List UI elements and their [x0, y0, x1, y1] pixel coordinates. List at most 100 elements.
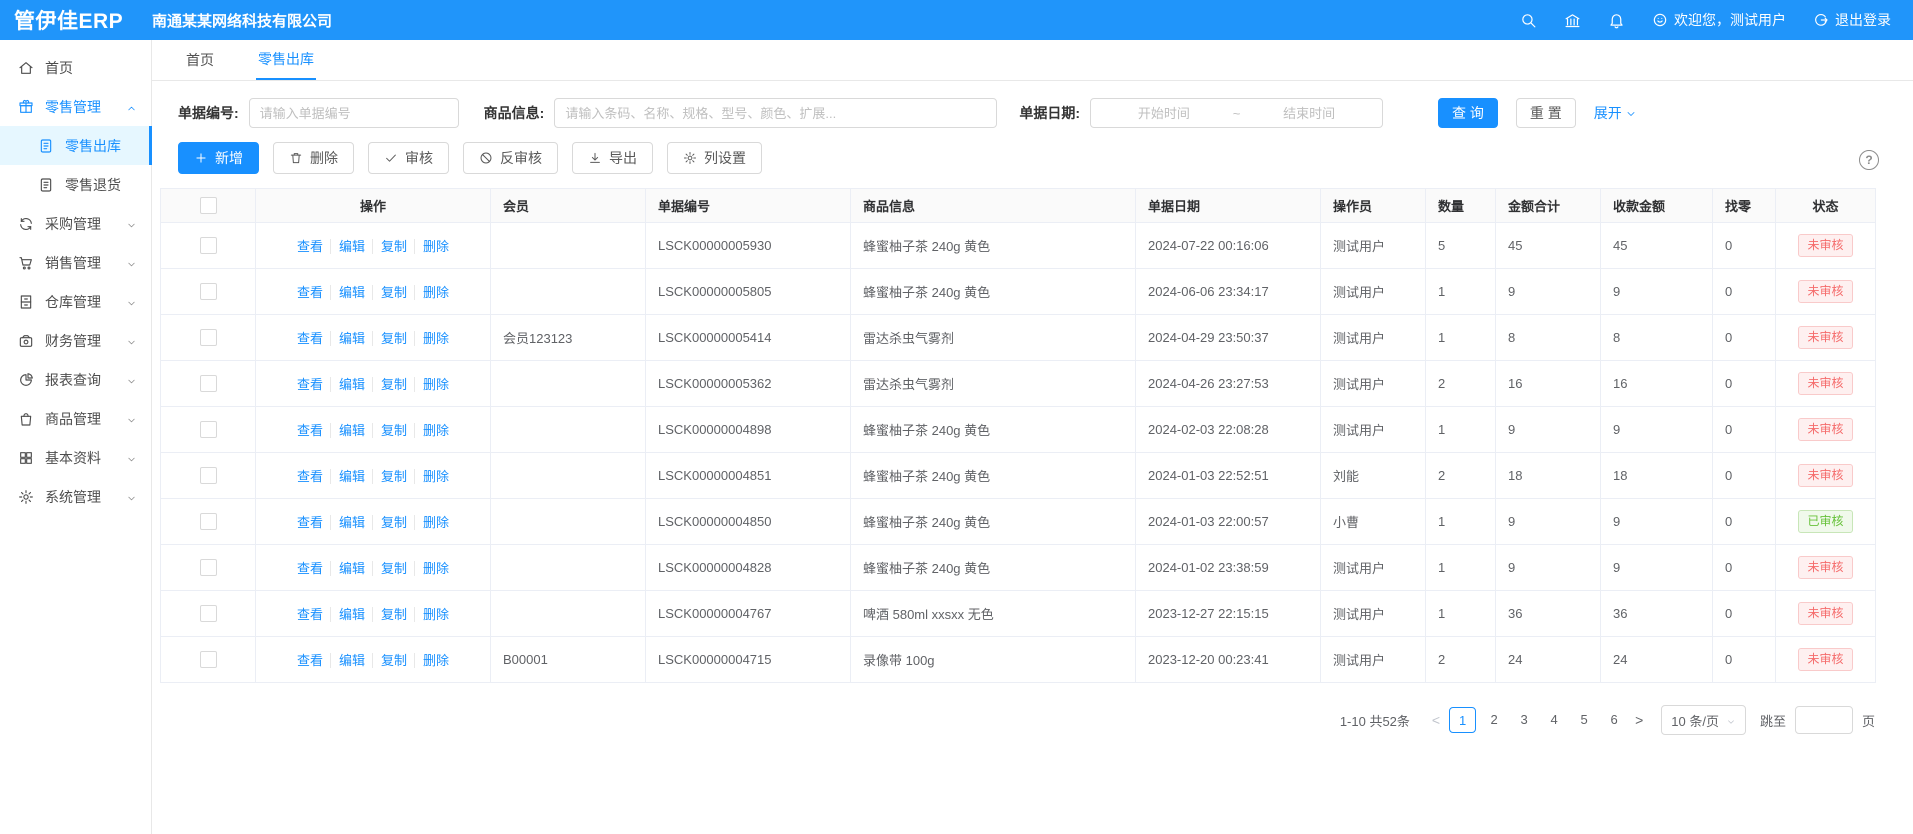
page-number-3[interactable]: 3 — [1512, 707, 1536, 733]
view-link[interactable]: 查看 — [297, 239, 323, 254]
select-all-checkbox[interactable] — [200, 197, 217, 214]
row-checkbox[interactable] — [200, 375, 217, 392]
logout-button[interactable]: 退出登录 — [1813, 10, 1891, 30]
edit-link[interactable]: 编辑 — [330, 469, 365, 484]
copy-link[interactable]: 复制 — [372, 653, 407, 668]
sidebar-item-finance-management[interactable]: 财务管理 — [0, 321, 151, 360]
copy-link[interactable]: 复制 — [372, 331, 407, 346]
sidebar-item-warehouse-management[interactable]: 仓库管理 — [0, 282, 151, 321]
delete-button[interactable]: 删除 — [273, 142, 354, 174]
row-checkbox[interactable] — [200, 421, 217, 438]
edit-link[interactable]: 编辑 — [330, 561, 365, 576]
edit-link[interactable]: 编辑 — [330, 285, 365, 300]
copy-link[interactable]: 复制 — [372, 423, 407, 438]
row-checkbox[interactable] — [200, 283, 217, 300]
edit-link[interactable]: 编辑 — [330, 331, 365, 346]
delete-link[interactable]: 删除 — [414, 331, 449, 346]
copy-link[interactable]: 复制 — [372, 239, 407, 254]
page-size-select[interactable]: 10 条/页 — [1661, 705, 1746, 735]
column-settings-label: 列设置 — [704, 148, 746, 168]
edit-link[interactable]: 编辑 — [330, 653, 365, 668]
view-link[interactable]: 查看 — [297, 285, 323, 300]
sidebar-item-purchase-management[interactable]: 采购管理 — [0, 204, 151, 243]
page-number-4[interactable]: 4 — [1542, 707, 1566, 733]
copy-link[interactable]: 复制 — [372, 469, 407, 484]
view-link[interactable]: 查看 — [297, 423, 323, 438]
sidebar-item-retail-return[interactable]: 零售退货 — [0, 165, 151, 204]
page-number-2[interactable]: 2 — [1482, 707, 1506, 733]
copy-link[interactable]: 复制 — [372, 377, 407, 392]
sidebar-item-basic-data[interactable]: 基本资料 — [0, 438, 151, 477]
jump-input[interactable] — [1795, 706, 1853, 734]
edit-link[interactable]: 编辑 — [330, 515, 365, 530]
view-link[interactable]: 查看 — [297, 561, 323, 576]
delete-link[interactable]: 删除 — [414, 653, 449, 668]
unaudit-button[interactable]: 反审核 — [463, 142, 558, 174]
edit-link[interactable]: 编辑 — [330, 423, 365, 438]
page-number-5[interactable]: 5 — [1572, 707, 1596, 733]
doc-no-input[interactable] — [249, 98, 459, 128]
sidebar-item-home[interactable]: 首页 — [0, 48, 151, 87]
product-info-input[interactable] — [554, 98, 997, 128]
row-checkbox[interactable] — [200, 605, 217, 622]
view-link[interactable]: 查看 — [297, 607, 323, 622]
view-link[interactable]: 查看 — [297, 653, 323, 668]
cell-operator: 测试用户 — [1321, 315, 1426, 361]
copy-link[interactable]: 复制 — [372, 285, 407, 300]
column-settings-button[interactable]: 列设置 — [667, 142, 762, 174]
delete-link[interactable]: 删除 — [414, 377, 449, 392]
next-page-icon[interactable]: > — [1629, 712, 1649, 728]
date-range-picker[interactable]: ~ — [1090, 98, 1383, 128]
copy-link[interactable]: 复制 — [372, 607, 407, 622]
delete-link[interactable]: 删除 — [414, 515, 449, 530]
row-checkbox[interactable] — [200, 329, 217, 346]
sidebar-item-report-query[interactable]: 报表查询 — [0, 360, 151, 399]
view-link[interactable]: 查看 — [297, 515, 323, 530]
view-link[interactable]: 查看 — [297, 331, 323, 346]
bank-icon[interactable] — [1564, 12, 1581, 29]
tab-home[interactable]: 首页 — [184, 40, 216, 80]
delete-link[interactable]: 删除 — [414, 607, 449, 622]
delete-link[interactable]: 删除 — [414, 285, 449, 300]
page-number-6[interactable]: 6 — [1602, 707, 1626, 733]
end-date-input[interactable] — [1244, 105, 1374, 122]
edit-link[interactable]: 编辑 — [330, 239, 365, 254]
expand-link[interactable]: 展开 — [1594, 103, 1637, 123]
reset-button[interactable]: 重 置 — [1516, 98, 1576, 128]
row-checkbox[interactable] — [200, 651, 217, 668]
cell-amount: 8 — [1496, 315, 1601, 361]
view-link[interactable]: 查看 — [297, 377, 323, 392]
user-welcome[interactable]: 欢迎您，测试用户 — [1652, 10, 1786, 30]
row-checkbox[interactable] — [200, 467, 217, 484]
row-checkbox[interactable] — [200, 237, 217, 254]
prev-page-icon[interactable]: < — [1426, 712, 1446, 728]
search-icon[interactable] — [1520, 12, 1537, 29]
copy-link[interactable]: 复制 — [372, 561, 407, 576]
start-date-input[interactable] — [1099, 105, 1229, 122]
edit-link[interactable]: 编辑 — [330, 607, 365, 622]
help-icon[interactable]: ? — [1859, 150, 1879, 170]
page-number-1[interactable]: 1 — [1449, 707, 1476, 733]
sidebar-item-sales-management[interactable]: 销售管理 — [0, 243, 151, 282]
row-checkbox[interactable] — [200, 559, 217, 576]
delete-link[interactable]: 删除 — [414, 561, 449, 576]
sidebar-item-system-management[interactable]: 系统管理 — [0, 477, 151, 516]
row-checkbox[interactable] — [200, 513, 217, 530]
edit-link[interactable]: 编辑 — [330, 377, 365, 392]
copy-link[interactable]: 复制 — [372, 515, 407, 530]
delete-link[interactable]: 删除 — [414, 239, 449, 254]
search-button[interactable]: 查 询 — [1438, 98, 1498, 128]
audit-button[interactable]: 审核 — [368, 142, 449, 174]
view-link[interactable]: 查看 — [297, 469, 323, 484]
doc-date-label: 单据日期: — [1019, 103, 1080, 123]
delete-link[interactable]: 删除 — [414, 469, 449, 484]
cell-qty: 5 — [1426, 223, 1496, 269]
export-button[interactable]: 导出 — [572, 142, 653, 174]
bell-icon[interactable] — [1608, 12, 1625, 29]
add-button[interactable]: 新增 — [178, 142, 259, 174]
delete-link[interactable]: 删除 — [414, 423, 449, 438]
sidebar-item-retail-outbound[interactable]: 零售出库 — [0, 126, 151, 165]
sidebar-item-product-management[interactable]: 商品管理 — [0, 399, 151, 438]
tab-retail-outbound[interactable]: 零售出库 — [256, 40, 316, 80]
sidebar-item-retail-management[interactable]: 零售管理 — [0, 87, 151, 126]
